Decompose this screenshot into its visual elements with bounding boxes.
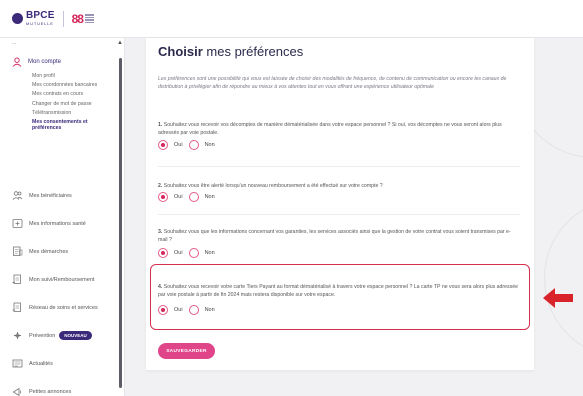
logo-separator <box>62 10 64 27</box>
submenu-bank-details[interactable]: Mes coordonnées bancaires <box>32 82 114 88</box>
user-icon <box>12 57 22 67</box>
radio-unchecked[interactable] <box>188 248 199 258</box>
scroll-up-icon[interactable]: ▲ <box>117 40 123 46</box>
radio-checked[interactable] <box>158 192 168 202</box>
radio-checked[interactable] <box>158 305 168 315</box>
sidebar-item-label: Mes informations santé <box>29 220 86 227</box>
sidebar-item-classifieds[interactable]: Petites annonces <box>12 386 71 396</box>
radio-unchecked[interactable] <box>188 140 199 150</box>
sidebar-item-label: Prévention <box>29 332 56 339</box>
sidebar-item-procedures[interactable]: Mes démarches <box>12 246 68 257</box>
brand-name: BPCE <box>26 10 55 21</box>
q3-option-no[interactable]: Non <box>188 248 215 258</box>
q3-option-yes[interactable]: Oui <box>158 248 183 258</box>
reimbursement-icon <box>12 274 21 284</box>
page-title: Choisir mes préférences <box>158 44 304 59</box>
sidebar-item-label: Réseau de soins et services <box>29 304 98 311</box>
radio-unchecked[interactable] <box>188 305 199 315</box>
sidebar-item-label: Mes démarches <box>29 248 69 255</box>
account-submenu: Mon profil Mes coordonnées bancaires Mes… <box>32 73 114 134</box>
question-4: 4. Souhaitez vous recevoir votre carte T… <box>158 284 518 298</box>
submenu-consents-preferences[interactable]: Mes consentements et préférences <box>32 119 114 131</box>
sidebar-item-care-network[interactable]: Réseau de soins et services <box>12 302 98 313</box>
sidebar-item-prevention[interactable]: Prévention NOUVEAU <box>12 330 92 341</box>
decorative-background <box>534 38 583 396</box>
radio-checked[interactable] <box>158 248 168 258</box>
q1-option-no[interactable]: Non <box>188 140 215 150</box>
q2-option-yes[interactable]: Oui <box>158 192 183 202</box>
sidebar-top-item[interactable]: ... <box>12 40 16 46</box>
top-header: BPCE MUTUELLE 88 <box>0 0 583 38</box>
question-2-options: Oui Non <box>158 192 221 202</box>
sidebar-item-label: Mon compte <box>28 59 62 65</box>
submenu-teletransmission[interactable]: Télétransmission <box>32 110 114 116</box>
submenu-profile[interactable]: Mon profil <box>32 73 114 79</box>
sidebar-item-account[interactable]: Mon compte <box>12 57 61 67</box>
q1-option-yes[interactable]: Oui <box>158 140 183 150</box>
sidebar-item-label: Petites annonces <box>29 388 72 395</box>
sidebar-item-news[interactable]: Actualités <box>12 358 53 369</box>
sidebar-item-beneficiaries[interactable]: Mes bénéficiaires <box>12 190 72 201</box>
new-badge: NOUVEAU <box>59 331 92 340</box>
q4-option-no[interactable]: Non <box>188 305 215 315</box>
bpce-logo-mark <box>12 13 23 24</box>
question-4-options: Oui Non <box>158 305 221 315</box>
question-3-options: Oui Non <box>158 248 221 258</box>
save-button[interactable]: SAUVEGARDER <box>158 343 215 359</box>
prevention-icon <box>14 332 21 339</box>
q2-option-no[interactable]: Non <box>188 192 215 202</box>
submenu-contracts[interactable]: Mes contrats en cours <box>32 91 114 97</box>
radio-checked[interactable] <box>158 140 168 150</box>
document-icon <box>13 246 23 256</box>
sidebar-item-label: Actualités <box>29 360 53 367</box>
question-1-options: Oui Non <box>158 140 221 150</box>
news-icon <box>12 359 23 368</box>
brand-subtitle: MUTUELLE <box>26 21 54 26</box>
partner-logo: 88 <box>72 12 94 26</box>
partner-number: 88 <box>71 11 84 26</box>
question-1: 1. Souhaitez vous recevoir vos décomptes… <box>158 122 502 136</box>
q4-option-yes[interactable]: Oui <box>158 305 183 315</box>
bpce-logo[interactable]: BPCE MUTUELLE <box>12 11 55 26</box>
question-3: 3. Souhaitez vous que les informations c… <box>158 229 511 243</box>
sidebar-item-label: Mon suivi/Remboursement <box>29 276 95 283</box>
preferences-card: Choisir mes préférences Les préférences … <box>146 38 534 370</box>
question-2: 2. Souhaitez vous être alerté lorsqu'un … <box>158 183 383 189</box>
users-icon <box>12 191 23 200</box>
sidebar: ... ▲ Mon compte Mon profil Mes coordonn… <box>0 38 125 396</box>
radio-unchecked[interactable] <box>188 192 199 202</box>
intro-text: Les préférences sont une possibilité qui… <box>158 76 507 90</box>
sidebar-scrollbar[interactable] <box>119 58 122 388</box>
health-info-icon <box>12 219 23 228</box>
sidebar-item-reimbursement[interactable]: Mon suivi/Remboursement <box>12 274 94 285</box>
partner-lines-icon <box>84 14 94 23</box>
sidebar-item-label: Mes bénéficiaires <box>29 192 72 199</box>
ads-icon <box>12 387 21 396</box>
red-arrow-icon <box>543 288 573 308</box>
submenu-change-password[interactable]: Changer de mot de passe <box>32 101 114 107</box>
sidebar-item-health-info[interactable]: Mes informations santé <box>12 218 86 229</box>
network-icon <box>12 302 21 312</box>
